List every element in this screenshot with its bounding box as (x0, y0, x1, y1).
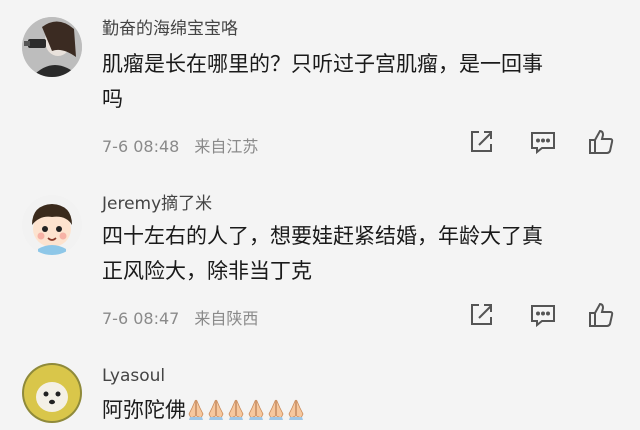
avatar[interactable] (22, 17, 82, 77)
comment-location: 来自陕西 (194, 309, 259, 328)
share-icon (471, 131, 492, 152)
share-icon (471, 304, 492, 325)
emoji-row (186, 398, 306, 422)
comment-item: Jeremy摘了米 四十左右的人了，想要娃赶紧结婚，年龄大了真 正风险大，除非当… (0, 175, 640, 345)
praying-hands-icon (288, 399, 304, 420)
like-icon (589, 302, 614, 327)
praying-hands-icon (268, 399, 284, 420)
share-button[interactable] (466, 300, 496, 330)
comment-icon (531, 132, 555, 155)
username[interactable]: 勤奋的海绵宝宝咯 (102, 14, 238, 39)
comment-time: 7-6 08:47 (102, 309, 180, 328)
comment-text-line: 四十左右的人了，想要娃赶紧结婚，年龄大了真 (102, 224, 543, 248)
share-button[interactable] (466, 127, 496, 157)
comment-text: 四十左右的人了，想要娃赶紧结婚，年龄大了真 正风险大，除非当丁克 (102, 219, 622, 289)
comment-text-line: 阿弥陀佛 (102, 398, 186, 422)
like-icon (589, 129, 614, 154)
comment-actions (462, 127, 632, 157)
reply-button[interactable] (528, 127, 558, 157)
reply-button[interactable] (528, 300, 558, 330)
comment-meta: 7-6 08:47 来自陕西 (102, 305, 268, 329)
comment-actions (462, 300, 632, 330)
avatar[interactable] (22, 195, 82, 255)
comment-location: 来自江苏 (194, 137, 259, 156)
avatar[interactable] (22, 363, 82, 423)
comment-text: 阿弥陀佛 (102, 393, 622, 428)
praying-hands-icon (248, 399, 264, 420)
comment-time: 7-6 08:48 (102, 137, 180, 156)
praying-hands-icon (228, 399, 244, 420)
comment-text-line: 吗 (102, 87, 123, 111)
like-button[interactable] (586, 127, 616, 157)
comment-icon (531, 305, 555, 328)
comment-item: 勤奋的海绵宝宝咯 肌瘤是长在哪里的？只听过子宫肌瘤，是一回事 吗 7-6 08:… (0, 0, 640, 175)
username[interactable]: Jeremy摘了米 (102, 189, 212, 214)
comment-item: Lyasoul 阿弥陀佛 (0, 345, 640, 430)
username[interactable]: Lyasoul (102, 366, 165, 386)
comment-meta: 7-6 08:48 来自江苏 (102, 133, 268, 157)
comment-text: 肌瘤是长在哪里的？只听过子宫肌瘤，是一回事 吗 (102, 47, 622, 117)
praying-hands-icon (208, 399, 224, 420)
like-button[interactable] (586, 300, 616, 330)
comment-text-line: 肌瘤是长在哪里的？只听过子宫肌瘤，是一回事 (102, 52, 543, 76)
praying-hands-icon (188, 399, 204, 420)
comment-text-line: 正风险大，除非当丁克 (102, 259, 312, 283)
